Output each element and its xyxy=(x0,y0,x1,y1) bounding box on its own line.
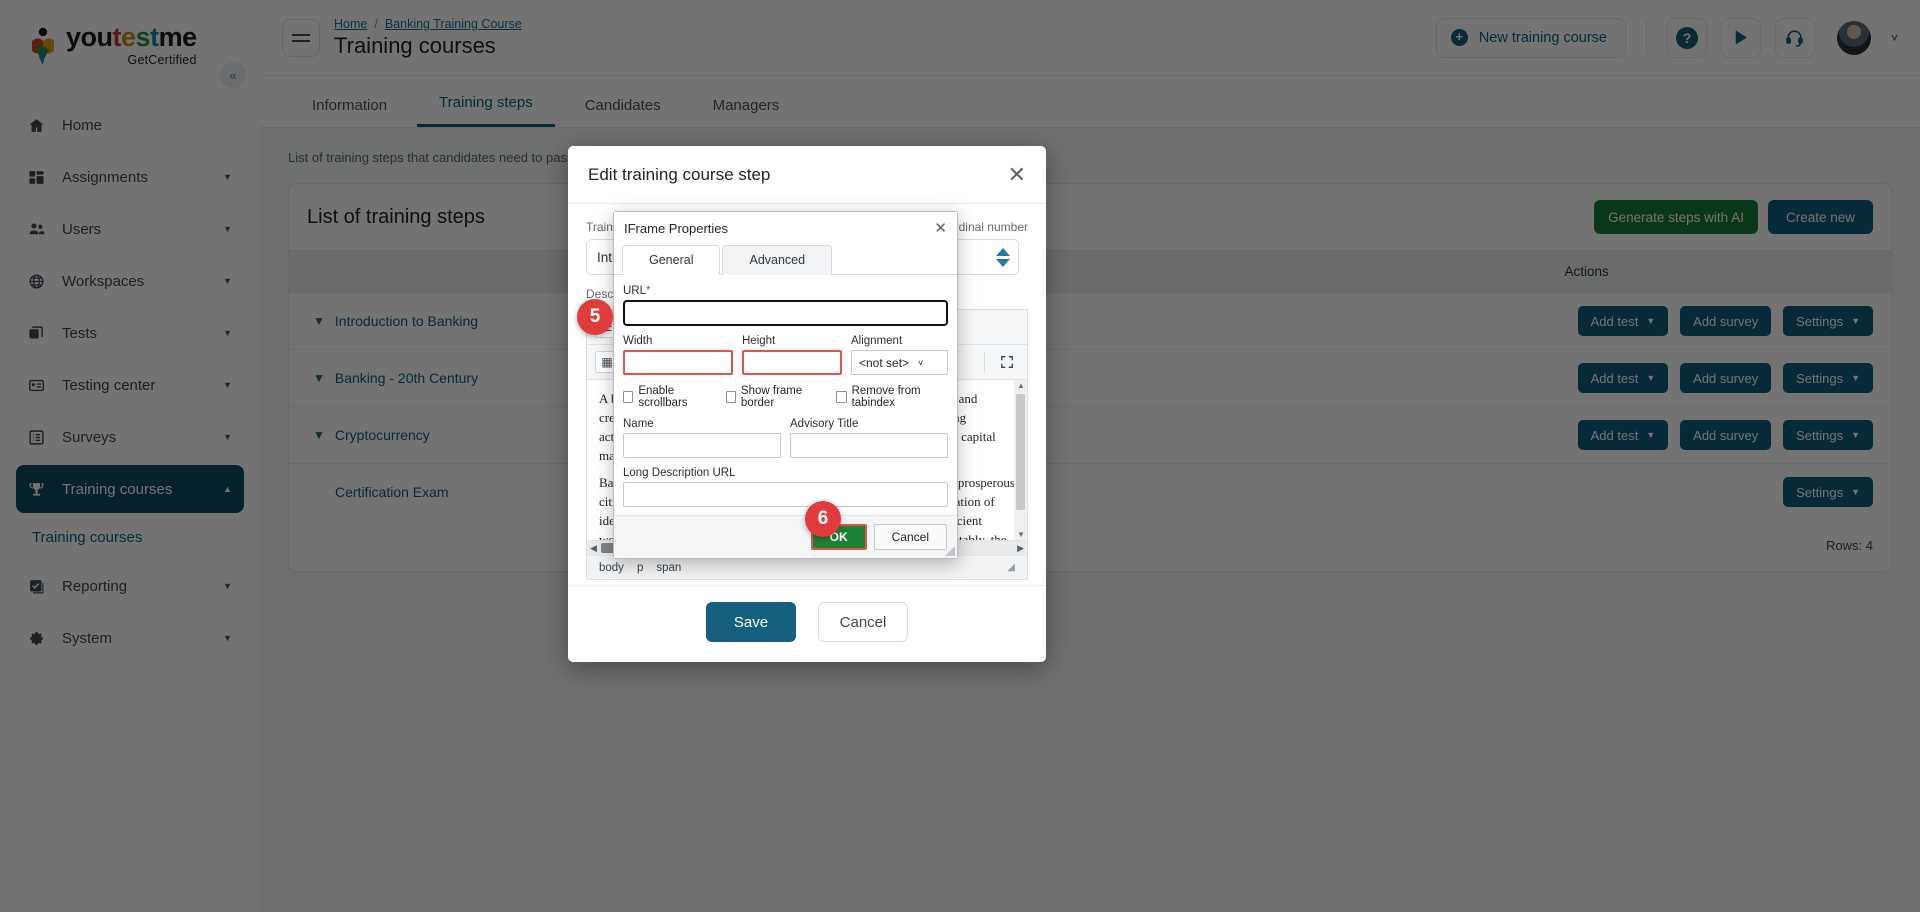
iframe-dialog-header: IFrame Properties ✕ xyxy=(614,212,957,244)
checkbox-icon xyxy=(836,391,847,403)
path-span[interactable]: span xyxy=(656,562,681,574)
checkbox-icon xyxy=(623,391,634,403)
remove-from-tabindex-label: Remove from tabindex xyxy=(851,385,921,409)
name-label: Name xyxy=(623,418,654,430)
long-description-url-label: Long Description URL xyxy=(623,467,736,479)
iframe-dialog-footer: OK Cancel xyxy=(614,515,957,558)
close-icon[interactable]: ✕ xyxy=(934,221,947,236)
cancel-button[interactable]: Cancel xyxy=(873,524,947,550)
required-asterisk: * xyxy=(646,285,651,297)
tab-general[interactable]: General xyxy=(622,245,721,275)
path-p[interactable]: p xyxy=(637,562,643,574)
scroll-up-icon[interactable]: ▲ xyxy=(1017,381,1025,390)
scroll-right-icon[interactable]: ▶ xyxy=(1017,543,1024,554)
enable-scrollbars-checkbox[interactable]: Enable scrollbars xyxy=(623,385,712,409)
edit-dialog-title: Edit training course step xyxy=(588,164,771,184)
name-input[interactable] xyxy=(623,433,781,458)
long-description-url-input[interactable] xyxy=(623,482,948,507)
cancel-button[interactable]: Cancel xyxy=(818,602,908,642)
advisory-title-label: Advisory Title xyxy=(790,418,859,430)
alignment-select[interactable]: <not set> ˅ xyxy=(851,350,948,375)
edit-dialog-footer: Save Cancel xyxy=(568,585,1046,662)
editor-vertical-scrollbar[interactable]: ▲ ▼ xyxy=(1014,380,1027,540)
path-body[interactable]: body xyxy=(599,562,624,574)
resize-grip-icon[interactable] xyxy=(945,546,955,556)
remove-from-tabindex-checkbox[interactable]: Remove from tabindex xyxy=(836,385,948,409)
height-input[interactable] xyxy=(742,350,842,375)
chevron-down-icon: ˅ xyxy=(918,357,924,368)
width-input[interactable] xyxy=(623,350,733,375)
iframe-options-row: Enable scrollbars Show frame border Remo… xyxy=(623,385,948,409)
scroll-down-icon[interactable]: ▼ xyxy=(1017,530,1025,539)
maximize-icon[interactable] xyxy=(995,351,1019,373)
save-button[interactable]: Save xyxy=(706,602,796,642)
tab-advanced[interactable]: Advanced xyxy=(722,245,833,275)
url-label: URL* xyxy=(623,285,651,297)
width-label: Width xyxy=(623,335,653,347)
edit-dialog-header: Edit training course step ✕ xyxy=(568,146,1046,204)
url-input[interactable] xyxy=(622,299,949,327)
step-badge-6: 6 xyxy=(805,501,841,537)
show-frame-border-checkbox[interactable]: Show frame border xyxy=(725,385,823,409)
iframe-dialog-body: URL* Width Height Alignment <not set> ˅ xyxy=(614,275,957,515)
stepper-down-icon[interactable] xyxy=(996,258,1011,267)
checkbox-icon xyxy=(725,391,736,403)
scroll-left-icon[interactable]: ◀ xyxy=(590,543,597,554)
iframe-properties-dialog: IFrame Properties ✕ General Advanced URL… xyxy=(613,211,958,559)
alignment-label: Alignment xyxy=(851,335,903,347)
resize-grip-icon[interactable]: ◢ xyxy=(1007,562,1015,573)
show-frame-border-label: Show frame border xyxy=(740,385,803,409)
step-badge-5: 5 xyxy=(577,299,613,335)
alignment-value: <not set> xyxy=(859,355,910,370)
enable-scrollbars-label: Enable scrollbars xyxy=(638,385,688,409)
advisory-title-input[interactable] xyxy=(790,433,948,458)
close-icon[interactable]: ✕ xyxy=(1008,163,1026,186)
height-label: Height xyxy=(742,335,776,347)
iframe-dialog-title: IFrame Properties xyxy=(624,220,729,236)
stepper-up-icon[interactable] xyxy=(996,247,1011,256)
iframe-dialog-tabs: General Advanced xyxy=(614,244,957,275)
